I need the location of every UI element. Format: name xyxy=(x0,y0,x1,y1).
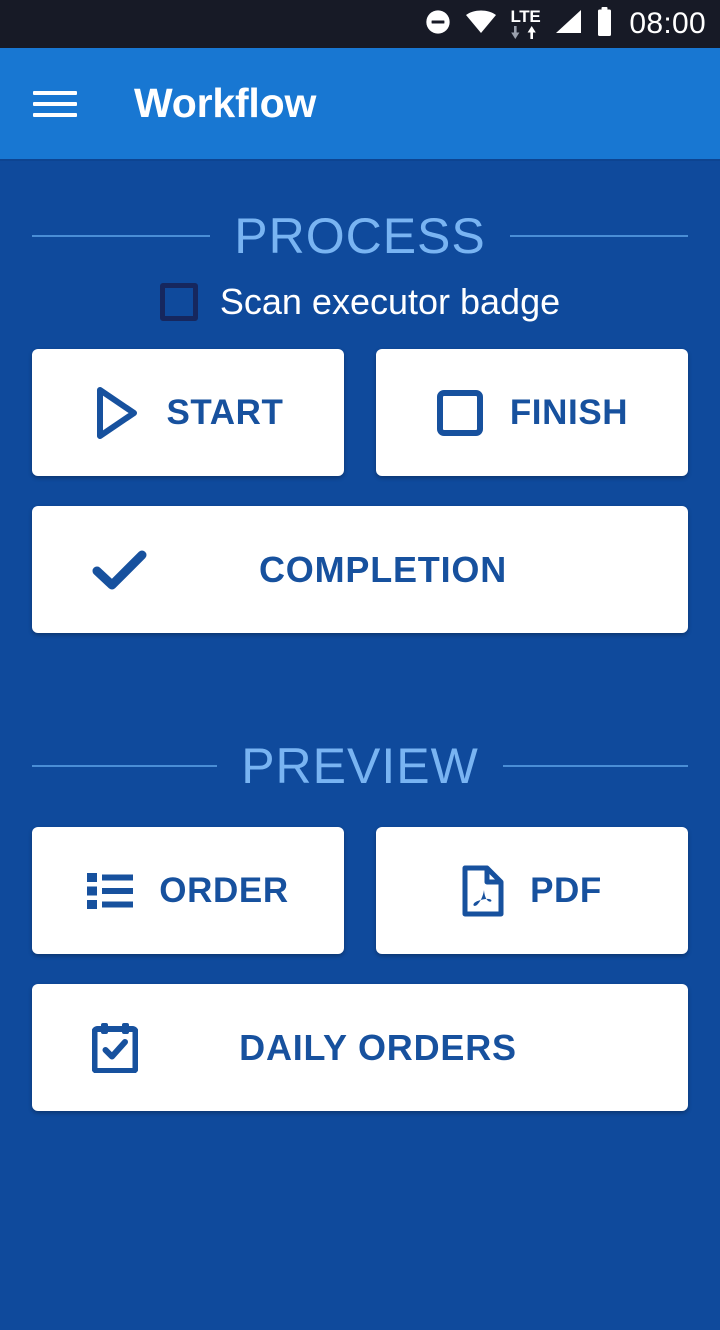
section-header-process: PROCESS xyxy=(32,208,689,264)
calendar-check-icon xyxy=(92,1022,138,1073)
process-button-row: START FINISH xyxy=(32,349,688,476)
completion-button-label: COMPLETION xyxy=(259,548,507,590)
start-button-label: START xyxy=(166,393,284,432)
daily-orders-button[interactable]: DAILY ORDERS xyxy=(32,984,688,1111)
section-header-preview: PREVIEW xyxy=(32,741,688,791)
order-button-label: ORDER xyxy=(159,871,289,910)
daily-orders-button-label: DAILY ORDERS xyxy=(239,1026,517,1068)
lte-label: LTE xyxy=(510,7,541,26)
check-icon xyxy=(92,548,148,592)
start-button[interactable]: START xyxy=(32,349,344,476)
main-content: PROCESS Scan executor badge START FINISH xyxy=(0,211,720,1330)
section-divider-right xyxy=(509,235,689,237)
pdf-button-label: PDF xyxy=(530,871,602,910)
section-title-preview: PREVIEW xyxy=(241,738,479,794)
section-title-process: PROCESS xyxy=(234,208,486,264)
order-button[interactable]: ORDER xyxy=(32,827,344,954)
battery-icon xyxy=(596,6,613,42)
page-title: Workflow xyxy=(134,80,317,126)
pdf-file-icon xyxy=(462,865,504,917)
hamburger-menu-icon[interactable] xyxy=(33,88,77,120)
status-bar-icons: LTE xyxy=(424,6,613,42)
completion-button[interactable]: COMPLETION xyxy=(32,506,688,633)
list-icon xyxy=(87,871,134,911)
section-divider-left-preview xyxy=(32,765,218,767)
signal-icon xyxy=(553,9,583,40)
finish-button[interactable]: FINISH xyxy=(376,349,688,476)
scan-executor-badge-label: Scan executor badge xyxy=(219,281,561,322)
app-bar: Workflow xyxy=(0,48,720,161)
lte-data-icon: LTE xyxy=(510,7,541,40)
pdf-button[interactable]: PDF xyxy=(376,827,688,954)
play-icon xyxy=(92,386,140,440)
stop-square-icon xyxy=(436,389,484,437)
scan-executor-badge-checkbox[interactable]: Scan executor badge xyxy=(32,283,688,321)
checkbox-square-icon[interactable] xyxy=(159,283,198,321)
do-not-disturb-icon xyxy=(424,8,452,41)
finish-button-label: FINISH xyxy=(509,393,629,432)
status-bar-clock: 08:00 xyxy=(629,7,706,40)
section-divider-left xyxy=(32,235,211,237)
status-bar: LTE 08:00 xyxy=(0,0,720,48)
section-divider-right-preview xyxy=(502,765,688,767)
preview-button-row: ORDER PDF xyxy=(32,827,688,954)
wifi-icon xyxy=(465,9,497,40)
